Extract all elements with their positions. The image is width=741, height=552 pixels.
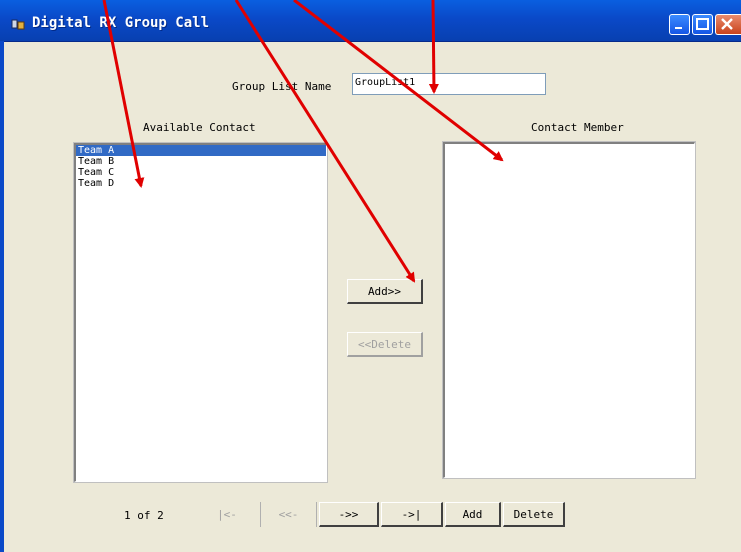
contact-member-list[interactable]	[442, 141, 696, 479]
add-button[interactable]: Add	[445, 502, 501, 527]
list-item[interactable]: Team A	[76, 145, 326, 156]
window-left-border	[0, 41, 4, 552]
contact-member-header: Contact Member	[531, 121, 624, 134]
available-contact-header: Available Contact	[143, 121, 256, 134]
radio-app-icon	[11, 19, 25, 30]
group-list-name-input[interactable]: GroupList1	[352, 73, 546, 95]
available-contact-list[interactable]: Team A Team B Team C Team D	[73, 142, 328, 483]
title-bar[interactable]: Digital RX Group Call	[0, 0, 741, 42]
maximize-icon	[696, 18, 709, 30]
last-page-button[interactable]: ->|	[381, 502, 443, 527]
group-list-name-label: Group List Name	[232, 80, 332, 93]
close-button[interactable]	[715, 14, 741, 35]
window-title: Digital RX Group Call	[32, 15, 210, 31]
delete-button[interactable]: Delete	[503, 502, 565, 527]
list-item[interactable]: Team D	[76, 178, 326, 189]
minimize-button[interactable]	[669, 14, 690, 35]
first-page-button[interactable]: |<-	[196, 502, 258, 527]
add-to-members-button[interactable]: Add>>	[347, 279, 423, 304]
previous-page-button[interactable]: <<-	[260, 502, 317, 527]
delete-from-members-button[interactable]: <<Delete	[347, 332, 423, 357]
next-page-button[interactable]: ->>	[319, 502, 379, 527]
minimize-icon	[675, 27, 682, 29]
maximize-button[interactable]	[692, 14, 713, 35]
list-item[interactable]: Team B	[76, 156, 326, 167]
close-icon	[721, 18, 733, 30]
list-item[interactable]: Team C	[76, 167, 326, 178]
page-indicator: 1 of 2	[124, 509, 164, 522]
